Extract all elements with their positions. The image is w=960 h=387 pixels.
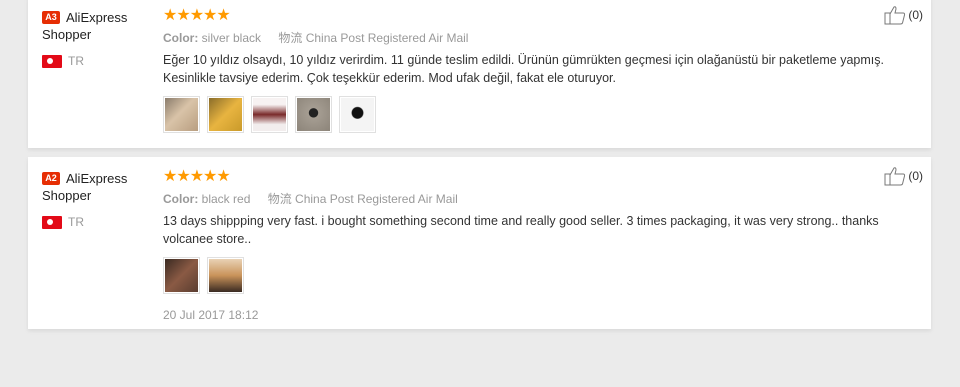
star-rating: ★★★★★	[163, 168, 231, 185]
order-attributes: Color: silver black 物流 China Post Regist…	[163, 30, 918, 46]
review-date: 20 Jul 2017 18:12	[163, 308, 259, 322]
reviewer-country: TR	[42, 54, 152, 68]
review-photo-thumbnail[interactable]	[207, 96, 244, 133]
color-label: Color:	[163, 192, 199, 206]
review-body: ★★★★★ Color: silver black 物流 China Post …	[163, 7, 918, 133]
shipping-method: 物流 China Post Registered Air Mail	[278, 31, 469, 45]
review-photo-thumbnail[interactable]	[339, 96, 376, 133]
review-photo-thumbnail[interactable]	[207, 257, 244, 294]
turkey-flag-icon	[42, 215, 62, 229]
review-text: 13 days shippping very fast. i bought so…	[163, 214, 879, 246]
shipping-method: 物流 China Post Registered Air Mail	[267, 192, 458, 206]
color-value: silver black	[201, 31, 262, 45]
review-photo-thumbnail[interactable]	[251, 96, 288, 133]
thumbs-up-icon	[884, 167, 906, 186]
buyer-level-badge: A2	[42, 172, 60, 185]
buyer-level-badge: A3	[42, 11, 60, 24]
reviewer-info: A2 AliExpress Shopper TR	[42, 170, 152, 229]
color-value: black red	[201, 192, 251, 206]
review-photo-thumbnail[interactable]	[295, 96, 332, 133]
turkey-flag-icon	[42, 54, 62, 68]
thumbs-up-icon	[884, 6, 906, 25]
country-code: TR	[68, 215, 84, 229]
reviewer-info: A3 AliExpress Shopper TR	[42, 9, 152, 68]
review-photos	[163, 96, 918, 133]
helpful-button[interactable]: (0)	[884, 5, 923, 25]
reviewer-country: TR	[42, 215, 152, 229]
review-card: A3 AliExpress Shopper TR ★★★★★ Color: sil…	[28, 0, 931, 148]
country-code: TR	[68, 54, 84, 68]
helpful-count: (0)	[908, 8, 923, 22]
helpful-count: (0)	[908, 169, 923, 183]
review-body: ★★★★★ Color: black red 物流 China Post Reg…	[163, 168, 918, 322]
review-card: A2 AliExpress Shopper TR ★★★★★ Color: bla…	[28, 157, 931, 329]
review-photo-thumbnail[interactable]	[163, 257, 200, 294]
color-label: Color:	[163, 31, 199, 45]
order-attributes: Color: black red 物流 China Post Registere…	[163, 191, 918, 207]
review-photo-thumbnail[interactable]	[163, 96, 200, 133]
star-rating: ★★★★★	[163, 7, 231, 24]
review-text: Eğer 10 yıldız olsaydı, 10 yıldız verird…	[163, 53, 884, 85]
review-photos	[163, 257, 918, 294]
helpful-button[interactable]: (0)	[884, 166, 923, 186]
